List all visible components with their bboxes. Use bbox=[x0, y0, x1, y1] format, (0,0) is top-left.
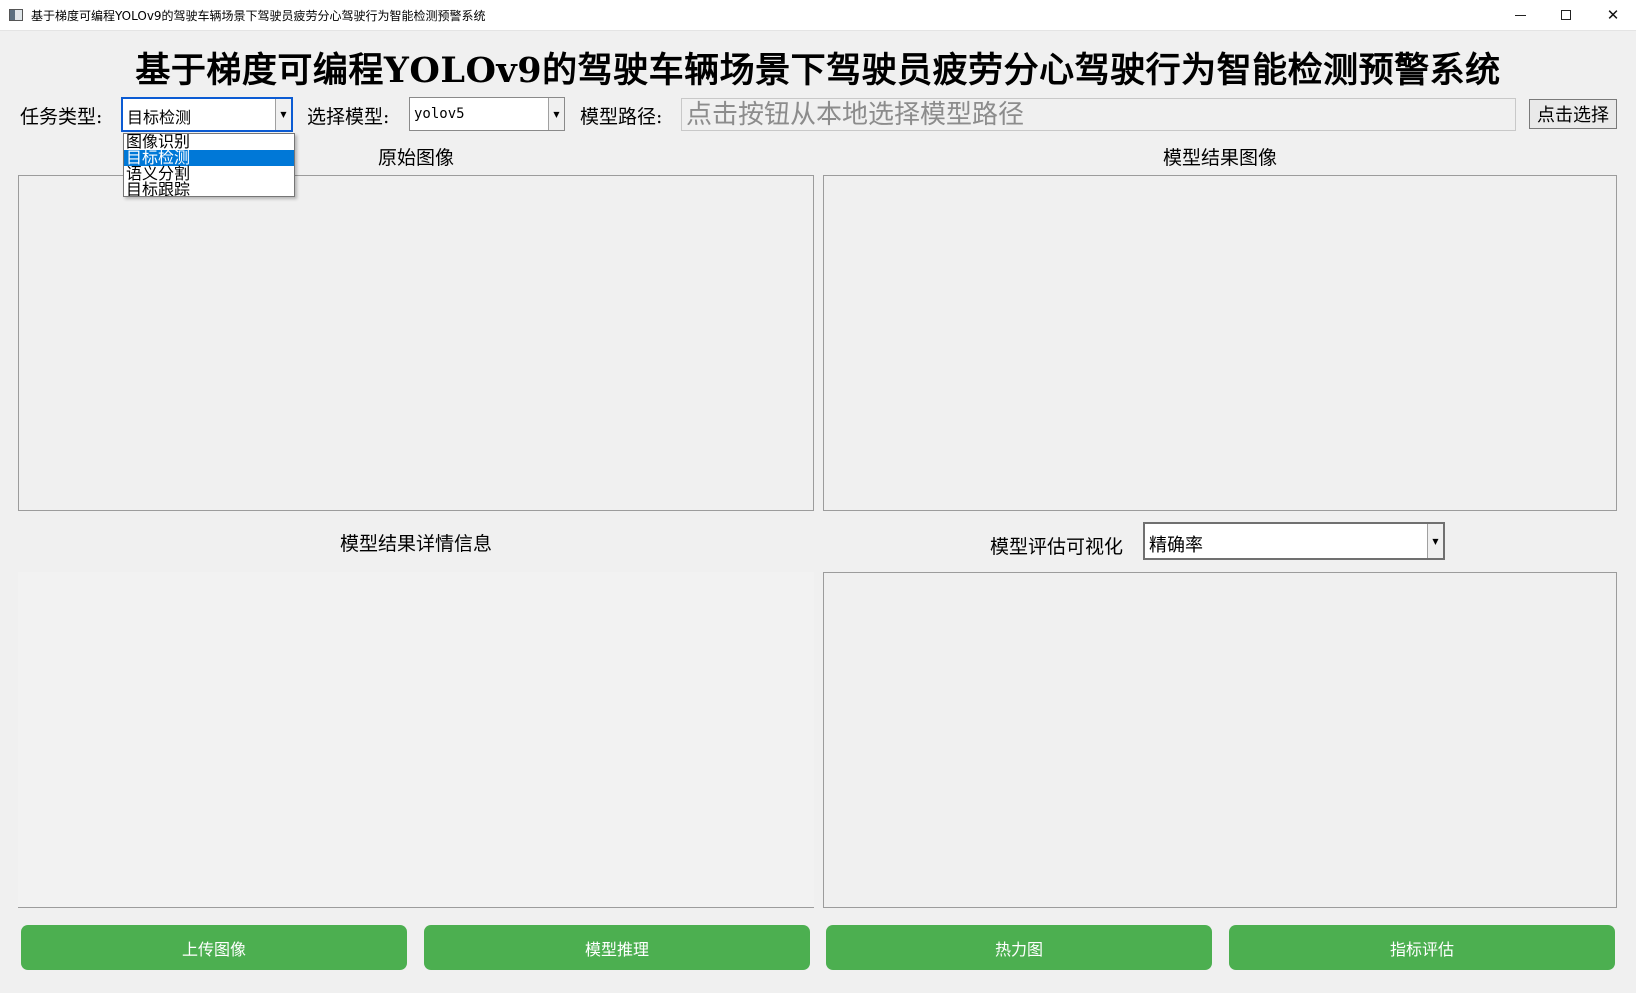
upload-image-button[interactable]: 上传图像 bbox=[21, 925, 407, 970]
window-title: 基于梯度可编程YOLOv9的驾驶车辆场景下驾驶员疲劳分心驾驶行为智能检测预警系统 bbox=[31, 9, 486, 23]
model-select[interactable]: yolov5 ▼ bbox=[409, 97, 565, 131]
result-details-panel bbox=[18, 572, 814, 908]
model-infer-button[interactable]: 模型推理 bbox=[424, 925, 810, 970]
task-option-object-tracking[interactable]: 目标跟踪 bbox=[124, 182, 294, 197]
task-type-label: 任务类型: bbox=[20, 106, 103, 128]
model-path-field[interactable] bbox=[681, 98, 1516, 131]
maximize-button[interactable] bbox=[1543, 0, 1589, 30]
close-button[interactable]: ✕ bbox=[1590, 0, 1636, 30]
result-image-panel bbox=[823, 175, 1617, 511]
model-path-input[interactable] bbox=[682, 99, 1515, 130]
original-image-panel bbox=[18, 175, 814, 511]
task-type-value: 目标检测 bbox=[127, 108, 192, 127]
eval-visualization-panel bbox=[823, 572, 1617, 908]
page-title: 基于梯度可编程YOLOv9的驾驶车辆场景下驾驶员疲劳分心驾驶行为智能检测预警系统 bbox=[135, 50, 1501, 91]
close-icon: ✕ bbox=[1606, 6, 1620, 24]
chevron-down-icon[interactable]: ▼ bbox=[275, 99, 291, 130]
eval-metric-select[interactable]: 精确率 ▼ bbox=[1143, 522, 1445, 560]
window-titlebar: 基于梯度可编程YOLOv9的驾驶车辆场景下驾驶员疲劳分心驾驶行为智能检测预警系统… bbox=[0, 0, 1636, 31]
minimize-button[interactable] bbox=[1497, 0, 1543, 30]
chevron-down-icon[interactable]: ▼ bbox=[1427, 524, 1443, 558]
evaluate-metrics-button[interactable]: 指标评估 bbox=[1229, 925, 1615, 970]
result-image-label: 模型结果图像 bbox=[1162, 147, 1277, 169]
eval-visualization-label: 模型评估可视化 bbox=[990, 536, 1124, 558]
choose-path-button[interactable]: 点击选择 bbox=[1529, 99, 1617, 129]
app-icon bbox=[9, 9, 23, 21]
chevron-down-icon[interactable]: ▼ bbox=[548, 98, 564, 130]
maximize-icon bbox=[1561, 10, 1571, 20]
task-type-select[interactable]: 目标检测 ▼ bbox=[121, 97, 293, 132]
result-details-label: 模型结果详情信息 bbox=[339, 533, 492, 555]
minimize-icon bbox=[1514, 14, 1526, 16]
model-select-label: 选择模型: bbox=[307, 106, 390, 128]
model-path-label: 模型路径: bbox=[580, 106, 663, 128]
heatmap-button[interactable]: 热力图 bbox=[826, 925, 1212, 970]
eval-metric-value: 精确率 bbox=[1149, 535, 1203, 556]
model-select-value: yolov5 bbox=[414, 106, 465, 122]
task-type-dropdown-list: 图像识别 目标检测 语义分割 目标跟踪 bbox=[123, 133, 295, 197]
